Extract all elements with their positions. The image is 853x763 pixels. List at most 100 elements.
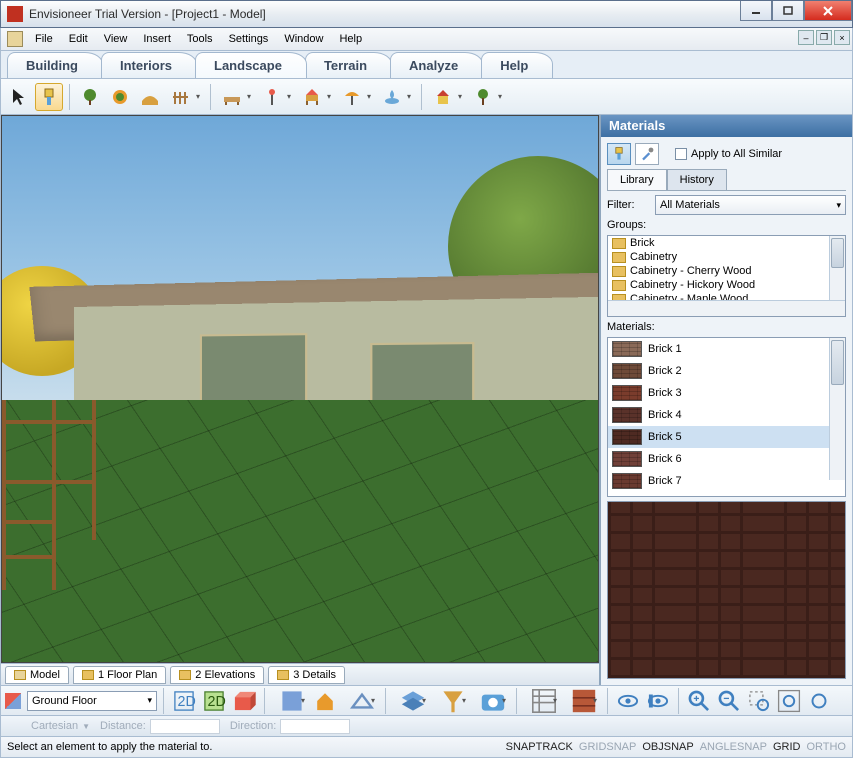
snap-grid[interactable]: GRID — [773, 741, 801, 753]
view-tab[interactable]: 1 Floor Plan — [73, 666, 166, 684]
view-tab[interactable]: 3 Details — [268, 666, 345, 684]
history-tab[interactable]: History — [667, 169, 727, 190]
floor-combo[interactable]: Ground Floor — [27, 691, 157, 711]
pattern-button[interactable] — [563, 687, 601, 715]
umbrella-tool[interactable] — [337, 83, 375, 111]
app-icon — [7, 6, 23, 22]
mdi-controls: – ❐ × — [798, 30, 850, 45]
mode-tab-interiors[interactable]: Interiors — [101, 52, 197, 78]
edging-tool[interactable] — [136, 83, 164, 111]
coord-mode[interactable]: Cartesian ▼ — [31, 720, 90, 732]
material-item[interactable]: Brick 5 — [608, 426, 845, 448]
material-swatch — [612, 407, 642, 423]
menu-edit[interactable]: Edit — [61, 31, 96, 47]
apply-all-checkbox[interactable] — [675, 148, 687, 160]
scrollbar-horizontal[interactable] — [608, 300, 845, 316]
snapshot-button[interactable] — [472, 687, 510, 715]
material-item[interactable]: Brick 6 — [608, 448, 845, 470]
mode-tab-analyze[interactable]: Analyze — [390, 52, 483, 78]
brush-mode-button[interactable] — [607, 143, 631, 165]
plane-icon[interactable] — [5, 693, 21, 709]
distance-field[interactable] — [150, 719, 220, 734]
group-item[interactable]: Cabinetry - Cherry Wood — [608, 264, 845, 278]
pan-button[interactable] — [805, 687, 833, 715]
menu-file[interactable]: File — [27, 31, 61, 47]
maximize-button[interactable] — [772, 1, 804, 21]
shrub-tool[interactable] — [106, 83, 134, 111]
view-2d-button[interactable]: 2D — [170, 687, 198, 715]
menu-help[interactable]: Help — [331, 31, 370, 47]
mode-tab-help[interactable]: Help — [481, 52, 553, 78]
view-tabs: Model1 Floor Plan2 Elevations3 Details — [1, 663, 599, 685]
eyedropper-button[interactable] — [635, 143, 659, 165]
display-mode-button[interactable] — [271, 687, 309, 715]
library-tab[interactable]: Library — [607, 169, 667, 190]
view-2d-color-button[interactable]: 2D — [200, 687, 228, 715]
scrollbar[interactable] — [829, 236, 845, 300]
snap-gridsnap[interactable]: GRIDSNAP — [579, 741, 636, 753]
snap-objsnap[interactable]: OBJSNAP — [642, 741, 693, 753]
3d-viewport[interactable] — [1, 115, 599, 663]
material-item[interactable]: Brick 2 — [608, 360, 845, 382]
menu-window[interactable]: Window — [276, 31, 331, 47]
menu-view[interactable]: View — [96, 31, 136, 47]
select-tool[interactable] — [5, 83, 33, 111]
hide-button[interactable] — [644, 687, 672, 715]
mdi-close-button[interactable]: × — [834, 30, 850, 45]
menu-settings[interactable]: Settings — [221, 31, 277, 47]
materials-listbox[interactable]: Brick 1Brick 2Brick 3Brick 4Brick 5Brick… — [607, 337, 846, 497]
mode-tab-terrain[interactable]: Terrain — [305, 52, 392, 78]
snap-ortho[interactable]: ORTHO — [806, 741, 846, 753]
mode-tab-building[interactable]: Building — [7, 52, 103, 78]
document-icon[interactable] — [7, 31, 23, 47]
plant-tool[interactable] — [468, 83, 506, 111]
group-item[interactable]: Cabinetry - Hickory Wood — [608, 278, 845, 292]
filter-view-button[interactable] — [432, 687, 470, 715]
view-tab[interactable]: Model — [5, 666, 69, 684]
mdi-restore-button[interactable]: ❐ — [816, 30, 832, 45]
water-tool[interactable] — [377, 83, 415, 111]
zoom-fit-button[interactable] — [775, 687, 803, 715]
show-button[interactable] — [614, 687, 642, 715]
folder-icon — [612, 238, 626, 249]
paint-material-tool[interactable] — [35, 83, 63, 111]
fence-tool[interactable] — [166, 83, 204, 111]
groups-listbox[interactable]: BrickCabinetryCabinetry - Cherry WoodCab… — [607, 235, 846, 317]
zoom-out-button[interactable] — [715, 687, 743, 715]
layers-button[interactable] — [392, 687, 430, 715]
material-swatch — [612, 341, 642, 357]
material-item[interactable]: Brick 7 — [608, 470, 845, 492]
menu-insert[interactable]: Insert — [135, 31, 179, 47]
view-tab[interactable]: 2 Elevations — [170, 666, 264, 684]
home-view-button[interactable] — [311, 687, 339, 715]
snap-toggles: SNAPTRACK GRIDSNAP OBJSNAP ANGLESNAP GRID ORT… — [506, 741, 846, 753]
material-item[interactable]: Brick 3 — [608, 382, 845, 404]
zoom-region-button[interactable] — [745, 687, 773, 715]
folder-icon — [14, 670, 26, 680]
deck-tool[interactable] — [217, 83, 255, 111]
status-text: Select an element to apply the material … — [7, 741, 212, 753]
close-button[interactable] — [804, 1, 852, 21]
zoom-in-button[interactable] — [685, 687, 713, 715]
mode-tab-landscape[interactable]: Landscape — [195, 52, 307, 78]
hatch-button[interactable] — [523, 687, 561, 715]
group-item[interactable]: Cabinetry — [608, 250, 845, 264]
furniture-tool[interactable] — [297, 83, 335, 111]
lighting-tool[interactable] — [257, 83, 295, 111]
material-item[interactable]: Brick 1 — [608, 338, 845, 360]
direction-field[interactable] — [280, 719, 350, 734]
scrollbar[interactable] — [829, 338, 845, 480]
building-tool[interactable] — [428, 83, 466, 111]
view-3d-button[interactable] — [230, 687, 258, 715]
mdi-minimize-button[interactable]: – — [798, 30, 814, 45]
tree-tool[interactable] — [76, 83, 104, 111]
group-item[interactable]: Brick — [608, 236, 845, 250]
minimize-button[interactable] — [740, 1, 772, 21]
camera-angle-button[interactable] — [341, 687, 379, 715]
snap-snaptrack[interactable]: SNAPTRACK — [506, 741, 573, 753]
snap-anglesnap[interactable]: ANGLESNAP — [700, 741, 767, 753]
menu-tools[interactable]: Tools — [179, 31, 221, 47]
material-item[interactable]: Brick 4 — [608, 404, 845, 426]
mode-tabs: BuildingInteriorsLandscapeTerrainAnalyze… — [0, 51, 853, 79]
filter-combo[interactable]: All Materials — [655, 195, 846, 215]
